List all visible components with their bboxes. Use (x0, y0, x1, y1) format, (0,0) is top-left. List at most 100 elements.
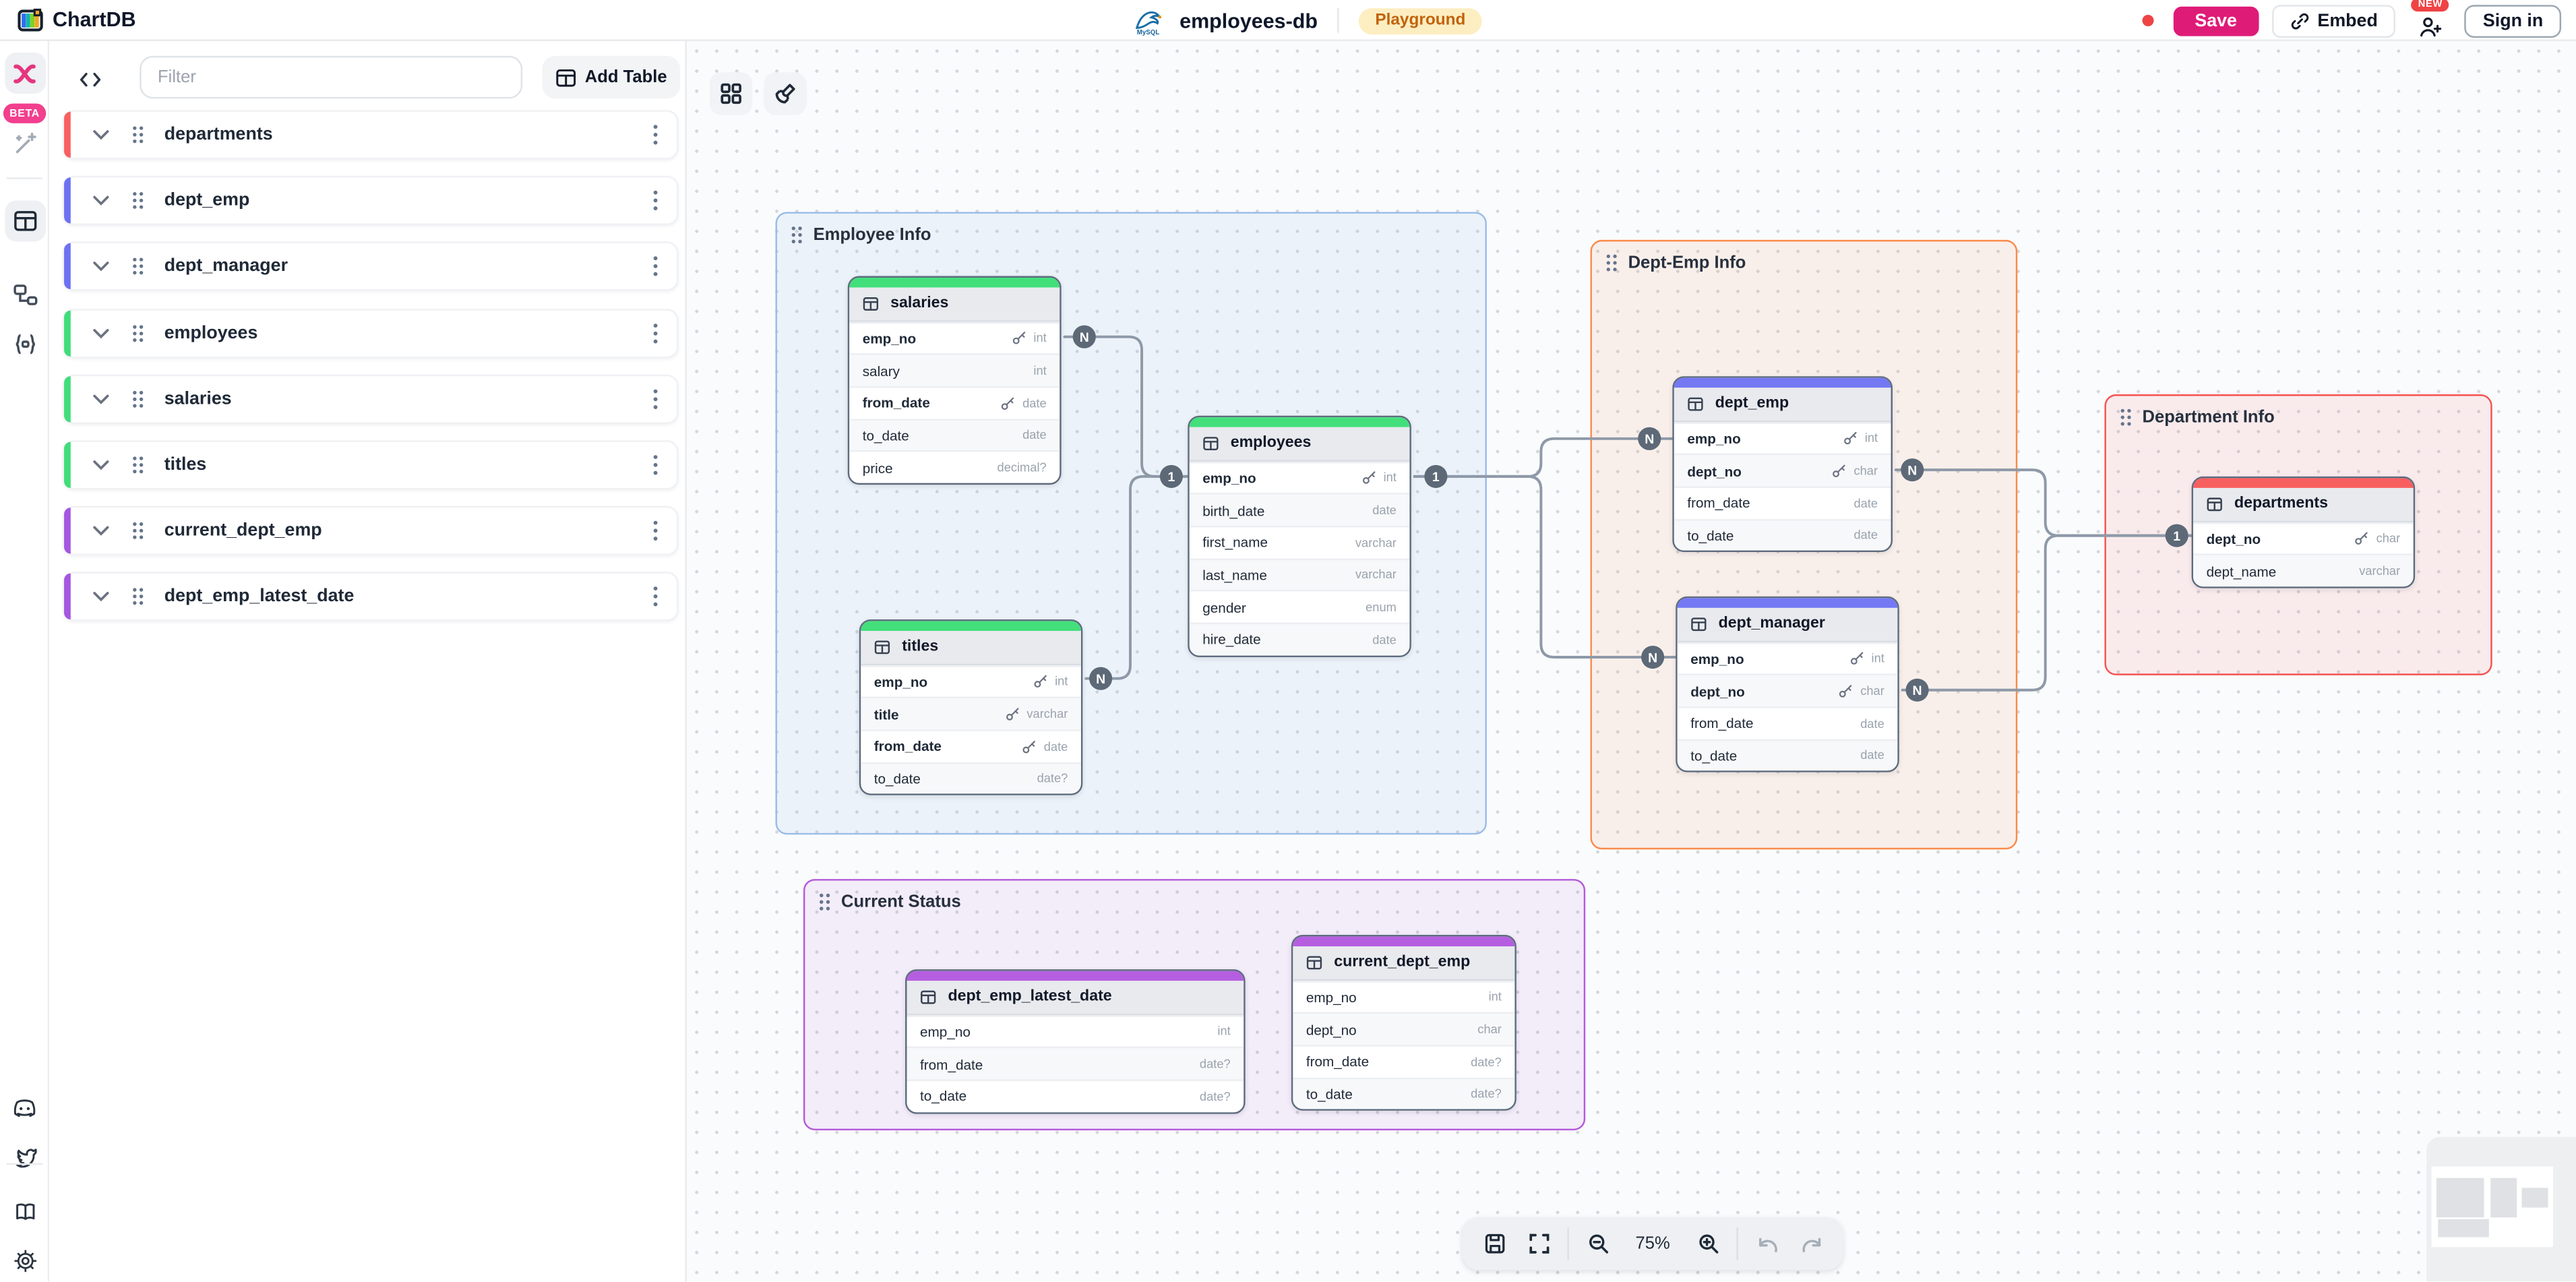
expand-chevron[interactable] (92, 128, 111, 142)
table-field-row[interactable]: to_datedate (1678, 739, 1898, 771)
table-node[interactable]: salariesemp_nointsalaryintfrom_datedatet… (848, 276, 1062, 485)
fit-view-button[interactable] (1516, 1221, 1561, 1266)
table-field-row[interactable]: emp_noint (907, 1014, 1244, 1047)
sidebar-table-row[interactable]: current_dept_emp (63, 506, 679, 555)
table-field-row[interactable]: to_datedate? (861, 762, 1081, 794)
sidebar-table-row[interactable]: departments (63, 110, 679, 159)
sidebar-table-row[interactable]: dept_emp_latest_date (63, 572, 679, 621)
table-node[interactable]: current_dept_empemp_nointdept_nocharfrom… (1291, 935, 1516, 1111)
table-node[interactable]: dept_emp_latest_dateemp_nointfrom_dateda… (905, 969, 1246, 1113)
expand-chevron[interactable] (92, 524, 111, 538)
table-field-row[interactable]: from_datedate (1678, 706, 1898, 739)
table-field-row[interactable]: emp_noint (1678, 642, 1898, 674)
filter-input[interactable] (140, 56, 522, 98)
table-field-row[interactable]: emp_noint (1190, 461, 1410, 493)
settings-button[interactable] (4, 1240, 45, 1281)
table-field-row[interactable]: first_namevarchar (1190, 526, 1410, 558)
expand-chevron[interactable] (92, 392, 111, 406)
table-node[interactable]: dept_manageremp_nointdept_nocharfrom_dat… (1676, 597, 1899, 772)
tables-panel-button[interactable] (4, 200, 45, 241)
table-field-row[interactable]: to_datedate? (907, 1079, 1244, 1111)
table-header[interactable]: current_dept_emp (1293, 946, 1514, 980)
zoom-out-button[interactable] (1576, 1221, 1620, 1266)
table-node[interactable]: dept_empemp_nointdept_nocharfrom_datedat… (1672, 376, 1893, 552)
drag-handle[interactable] (131, 323, 145, 342)
sidebar-table-row[interactable]: employees (63, 308, 679, 357)
table-field-row[interactable]: dept_nochar (2193, 522, 2414, 554)
table-field-row[interactable]: pricedecimal? (849, 450, 1060, 483)
drag-handle[interactable] (131, 587, 145, 607)
zoom-in-button[interactable] (1686, 1221, 1730, 1266)
zoom-level[interactable]: 75% (1620, 1234, 1686, 1254)
table-menu-button[interactable] (652, 189, 659, 212)
redo-button[interactable] (1789, 1221, 1833, 1266)
table-header[interactable]: dept_emp_latest_date (907, 980, 1244, 1014)
table-menu-button[interactable] (652, 255, 659, 278)
sidebar-table-row[interactable]: dept_emp (63, 176, 679, 225)
diagram-canvas[interactable]: Employee InfoDept-Emp InfoDepartment Inf… (687, 41, 2576, 1282)
table-menu-button[interactable] (652, 388, 659, 410)
table-field-row[interactable]: from_datedate? (907, 1047, 1244, 1079)
table-field-row[interactable]: to_datedate? (1293, 1077, 1514, 1109)
table-field-row[interactable]: from_datedate (1674, 486, 1891, 518)
drag-handle[interactable] (131, 455, 145, 475)
save-diagram-button[interactable] (1472, 1221, 1516, 1266)
table-field-row[interactable]: birth_datedate (1190, 493, 1410, 526)
minimap[interactable] (2426, 1138, 2576, 1282)
table-node[interactable]: titlesemp_nointtitlevarcharfrom_datedate… (859, 619, 1083, 795)
docs-button[interactable] (4, 1191, 45, 1232)
table-header[interactable]: titles (861, 630, 1081, 665)
drag-handle[interactable] (131, 191, 145, 210)
table-field-row[interactable]: dept_nochar (1678, 674, 1898, 706)
table-field-row[interactable]: emp_noint (849, 322, 1060, 354)
undo-button[interactable] (1745, 1221, 1789, 1266)
table-menu-button[interactable] (652, 123, 659, 146)
drag-handle[interactable] (131, 521, 145, 541)
expand-chevron[interactable] (92, 194, 111, 208)
table-field-row[interactable]: emp_noint (1293, 980, 1514, 1012)
save-button[interactable]: Save (2174, 6, 2259, 36)
table-field-row[interactable]: dept_nochar (1293, 1012, 1514, 1045)
sign-in-button[interactable]: Sign in (2465, 4, 2561, 37)
expand-chevron[interactable] (92, 260, 111, 274)
sidebar-table-row[interactable]: titles (63, 440, 679, 489)
view-code-button[interactable] (72, 61, 109, 97)
magic-wand-button[interactable] (4, 123, 45, 164)
table-field-row[interactable]: from_datedate? (1293, 1045, 1514, 1077)
table-header[interactable]: employees (1190, 427, 1410, 461)
table-field-row[interactable]: genderenum (1190, 590, 1410, 623)
embed-button[interactable]: Embed (2271, 4, 2395, 37)
table-field-row[interactable]: salaryint (849, 354, 1060, 386)
chartdb-ai-button[interactable] (4, 53, 45, 94)
table-node[interactable]: departmentsdept_nochardept_namevarchar (2192, 477, 2416, 588)
table-menu-button[interactable] (652, 322, 659, 344)
drag-handle[interactable] (131, 389, 145, 408)
table-field-row[interactable]: from_datedate (849, 386, 1060, 419)
discord-button[interactable] (4, 1088, 45, 1129)
table-field-row[interactable]: dept_nochar (1674, 454, 1891, 486)
table-node[interactable]: employeesemp_nointbirth_datedatefirst_na… (1188, 416, 1411, 657)
table-field-row[interactable]: last_namevarchar (1190, 558, 1410, 590)
expand-chevron[interactable] (92, 590, 111, 604)
table-field-row[interactable]: to_datedate (849, 418, 1060, 450)
expand-chevron[interactable] (92, 326, 111, 340)
twitter-button[interactable] (4, 1137, 45, 1178)
table-menu-button[interactable] (652, 520, 659, 543)
table-menu-button[interactable] (652, 454, 659, 477)
table-header[interactable]: dept_emp (1674, 387, 1891, 421)
table-header[interactable]: dept_manager (1678, 607, 1898, 642)
table-header[interactable]: salaries (849, 286, 1060, 321)
dependencies-panel-button[interactable] (4, 324, 45, 365)
diagram-name[interactable]: employees-db (1179, 9, 1318, 32)
expand-chevron[interactable] (92, 458, 111, 472)
table-field-row[interactable]: from_datedate (861, 729, 1081, 762)
show-all-button[interactable] (710, 72, 752, 115)
add-table-button[interactable]: Add Table (542, 56, 680, 98)
table-field-row[interactable]: titlevarchar (861, 697, 1081, 729)
table-field-row[interactable]: emp_noint (861, 665, 1081, 697)
table-field-row[interactable]: emp_noint (1674, 421, 1891, 454)
snap-to-grid-button[interactable] (764, 72, 806, 115)
table-field-row[interactable]: hire_datedate (1190, 623, 1410, 655)
drag-handle[interactable] (131, 125, 145, 144)
sidebar-table-row[interactable]: dept_manager (63, 242, 679, 291)
